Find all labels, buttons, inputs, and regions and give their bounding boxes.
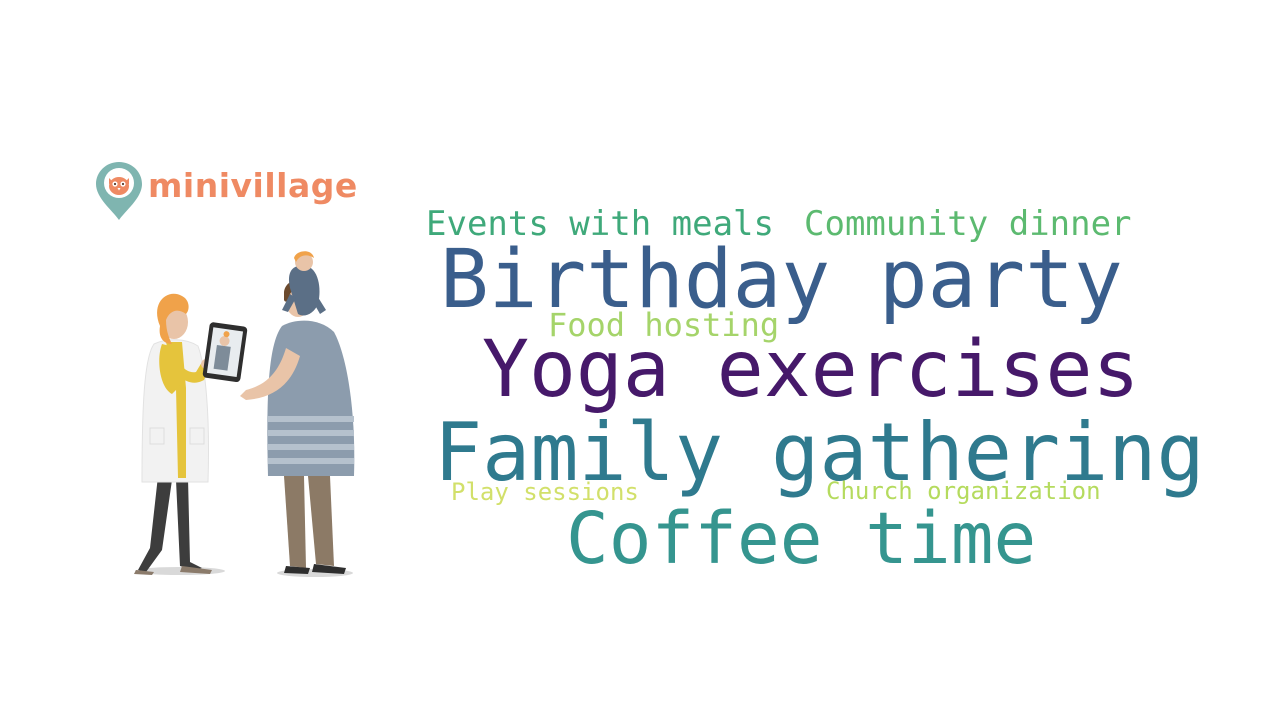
word-yoga-exercises: Yoga exercises: [482, 325, 1140, 415]
brand-name: minivillage: [148, 166, 358, 205]
brand-logo: minivillage: [94, 160, 384, 222]
slide: minivillage Events with meals Community …: [0, 0, 1280, 720]
word-birthday-party: Birthday party: [440, 233, 1123, 327]
people-with-tablet-illustration: [134, 251, 355, 577]
map-pin-owl-icon: [96, 162, 142, 220]
word-coffee-time: Coffee time: [566, 497, 1037, 580]
